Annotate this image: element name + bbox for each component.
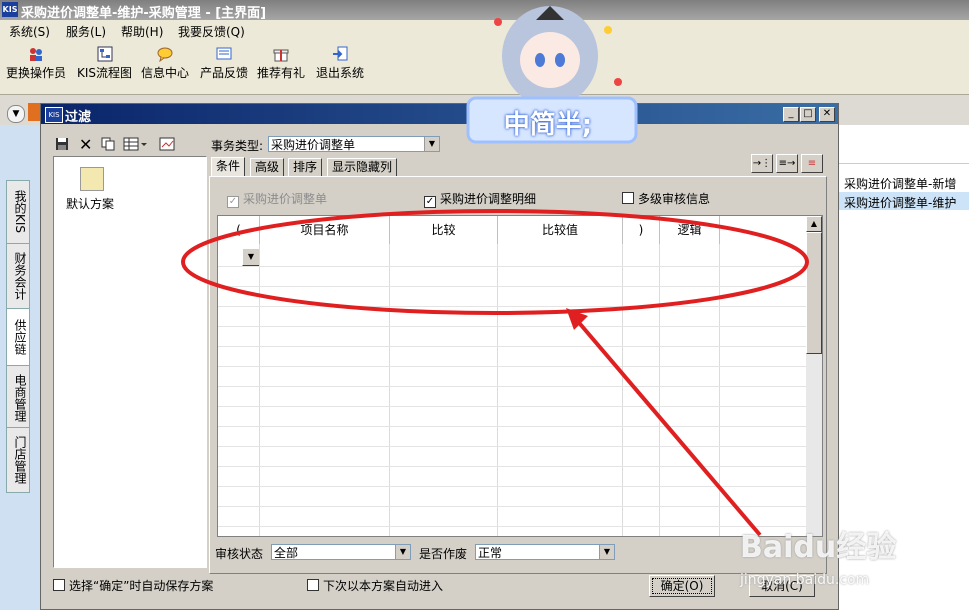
annotation-overlay (181, 209, 809, 537)
watermark-url: jingyan.baidu.com (740, 572, 870, 588)
annotation-ellipse (181, 209, 809, 315)
annotation-arrow (573, 316, 762, 537)
watermark-brand: Baidu经验 (740, 530, 897, 565)
